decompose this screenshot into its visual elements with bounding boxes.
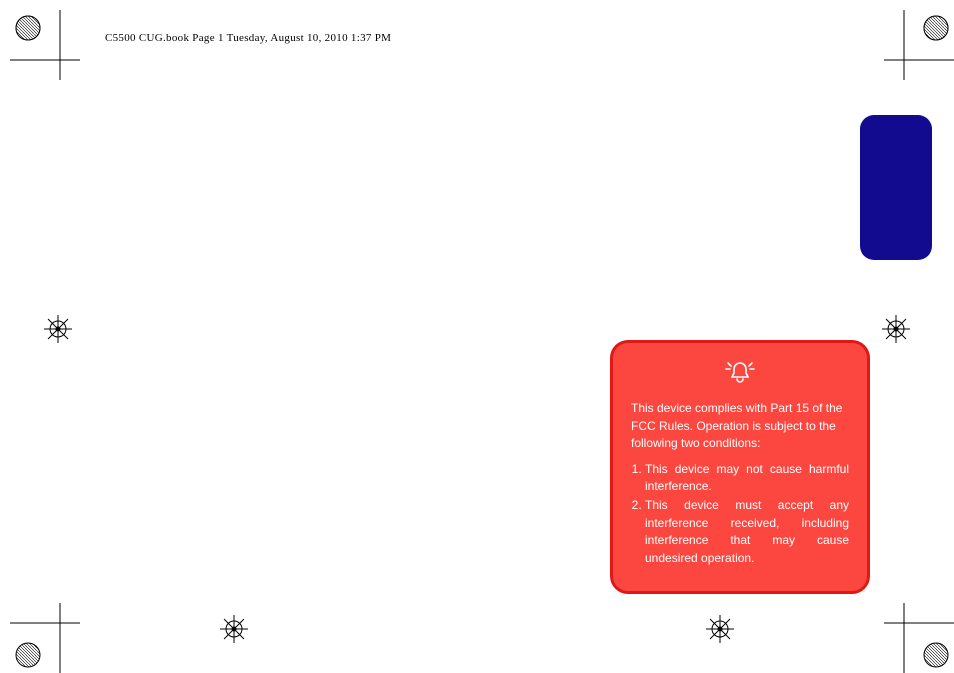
warning-intro: This device complies with Part 15 of the… [631, 400, 849, 452]
warning-condition-1: This device may not cause harmful interf… [645, 461, 849, 496]
registration-mark-left [44, 315, 72, 343]
registration-mark-bottom-left [220, 615, 248, 643]
section-tab [860, 115, 932, 260]
cropmark-bottom-right [884, 603, 944, 663]
registration-mark-bottom-right [706, 615, 734, 643]
cropmark-top-right [884, 10, 944, 70]
warning-condition-2: This device must accept any interference… [645, 497, 849, 567]
cropmark-top-left [10, 10, 70, 70]
alarm-icon [631, 359, 849, 390]
document-header: C5500 CUG.book Page 1 Tuesday, August 10… [105, 32, 391, 44]
cropmark-bottom-left [10, 603, 70, 663]
registration-mark-right [882, 315, 910, 343]
fcc-warning-box: This device complies with Part 15 of the… [610, 340, 870, 594]
